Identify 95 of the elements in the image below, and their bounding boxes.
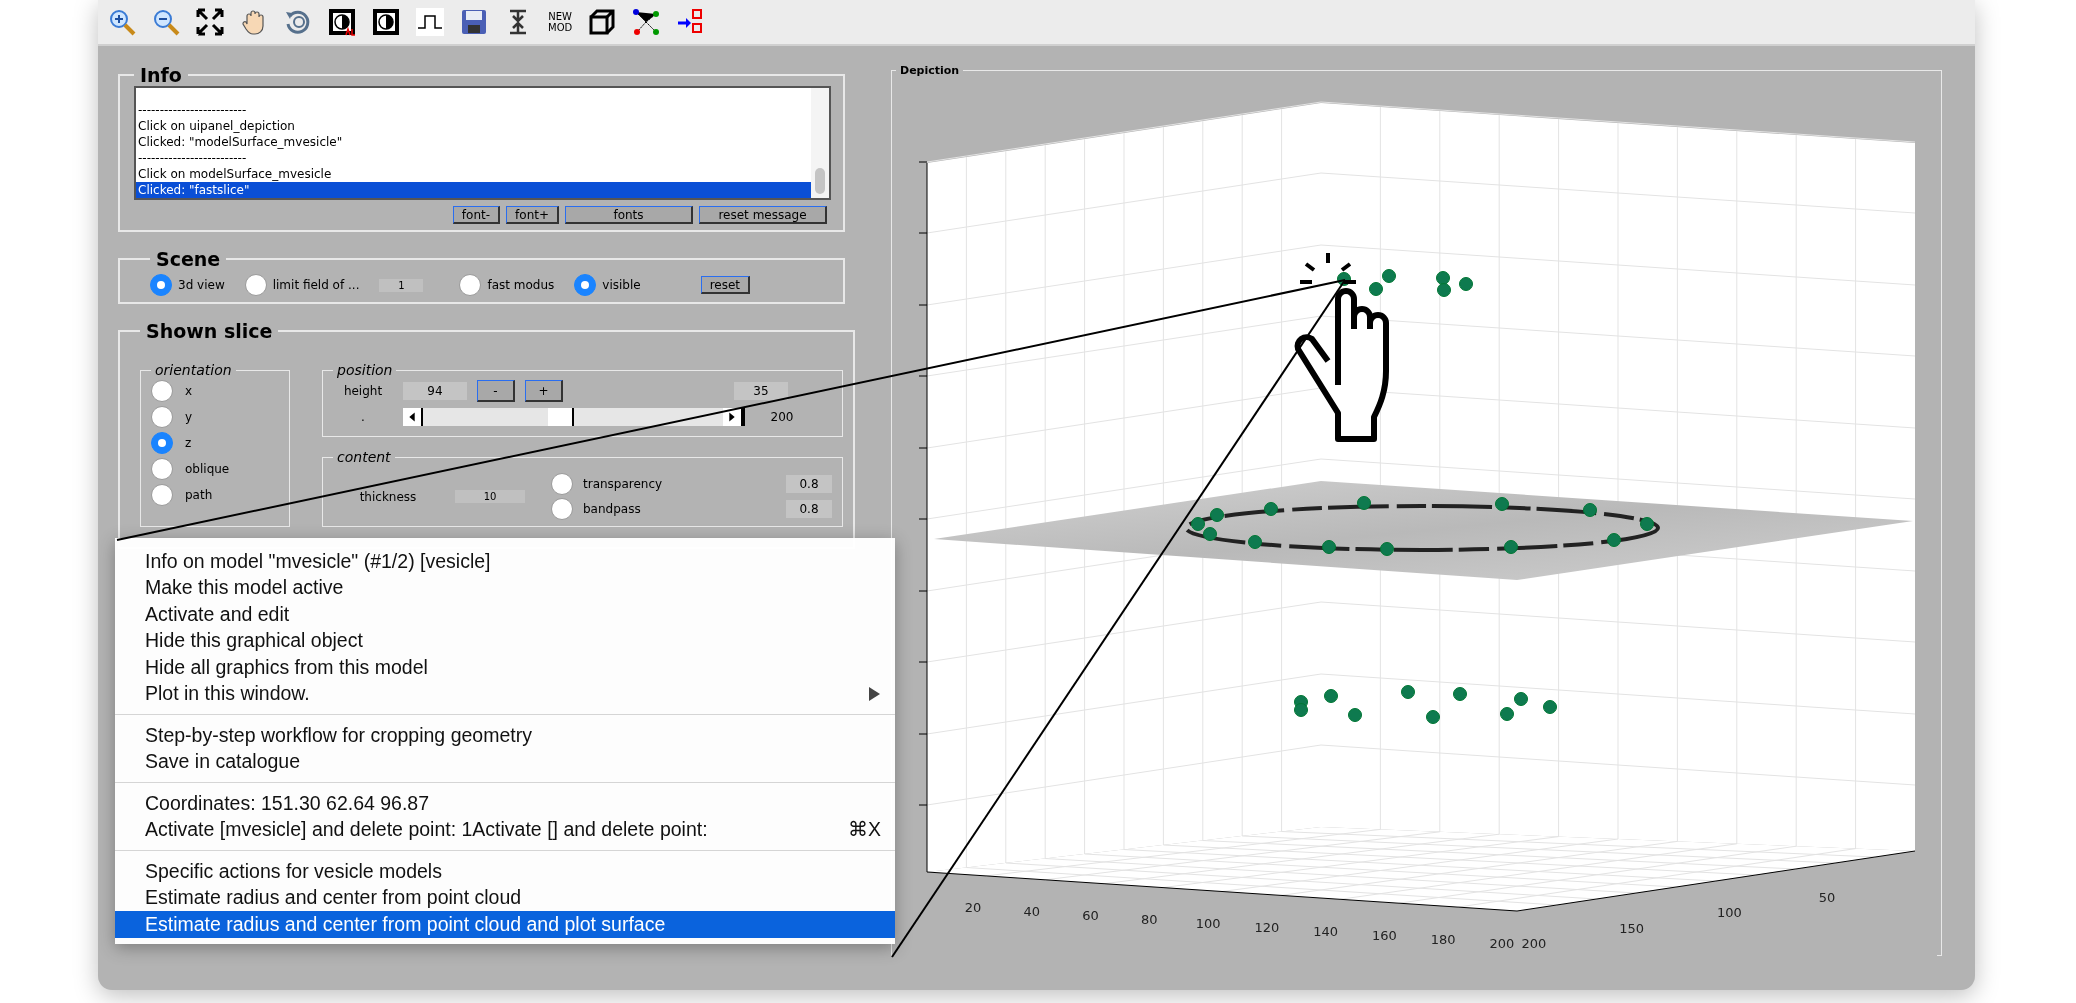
scrollbar-thumb[interactable] bbox=[815, 168, 825, 194]
menu-item[interactable]: Make this model active bbox=[115, 574, 895, 601]
panel-title: Info bbox=[139, 64, 183, 86]
radio-label: z bbox=[185, 436, 192, 450]
position-slider[interactable] bbox=[403, 408, 745, 426]
slider-thumb[interactable] bbox=[548, 408, 574, 426]
node-graph-icon[interactable] bbox=[632, 8, 661, 36]
radio-button[interactable] bbox=[574, 274, 597, 296]
message-line[interactable]: ------------------------- bbox=[136, 102, 811, 118]
axis-tick-label: 200 bbox=[1489, 936, 1515, 951]
zoom-in-icon[interactable] bbox=[108, 8, 136, 36]
menu-item[interactable]: Estimate radius and center from point cloud bbox=[115, 884, 895, 911]
radio-button[interactable] bbox=[151, 380, 173, 402]
message-line[interactable]: Clicked: "modelSurface_mvesicle" bbox=[136, 134, 811, 150]
value-field[interactable]: 0.8 bbox=[786, 500, 832, 518]
radio-label: x bbox=[185, 384, 193, 398]
menu-item[interactable]: Activate [mvesicle] and delete point: 1Activate [] and delete point: ⌘X bbox=[115, 816, 895, 843]
radio-label: path bbox=[185, 488, 213, 502]
zoom-out-icon[interactable] bbox=[152, 8, 180, 36]
axis-tick-label: 120 bbox=[1254, 920, 1280, 935]
cube-icon[interactable] bbox=[588, 8, 617, 36]
menu-item[interactable]: Specific actions for vesicle models bbox=[115, 858, 895, 885]
step-field[interactable]: 35 bbox=[734, 382, 788, 400]
axis-tick-label: 40 bbox=[1023, 904, 1041, 919]
radio-label: transparency bbox=[583, 477, 664, 491]
font-button[interactable]: font+ bbox=[506, 206, 559, 224]
radio-label: visible bbox=[602, 278, 641, 292]
decrement-button[interactable]: - bbox=[477, 380, 515, 402]
font-button[interactable]: font- bbox=[452, 206, 501, 224]
menu-item[interactable]: Estimate radius and center from point cloud and plot surface bbox=[115, 911, 895, 938]
axis-tick-label: 160 bbox=[1372, 928, 1397, 943]
message-list[interactable]: ------------------------- Click on uipanel_depiction Clicked: "modelSurface_mvesicle" ------------------------- Click on modelSurface_mvesicle Clicked: "fastslice" bbox=[134, 86, 831, 200]
menu-item[interactable]: Step-by-step workflow for cropping geometry bbox=[115, 722, 895, 749]
radio-label: oblique bbox=[185, 462, 230, 476]
axis-tick-label: 50 bbox=[1818, 890, 1836, 905]
axis-tick-label: 150 bbox=[1619, 920, 1645, 936]
radio-label: 3d view bbox=[178, 278, 225, 292]
message-line[interactable]: Click on modelSurface_mvesicle bbox=[136, 166, 811, 182]
fit-view-icon[interactable] bbox=[196, 8, 224, 36]
radio-button[interactable] bbox=[244, 274, 267, 296]
radio-button[interactable] bbox=[551, 498, 573, 520]
radio-label: bandpass bbox=[583, 502, 642, 516]
radio-button[interactable] bbox=[151, 432, 173, 454]
radio-button[interactable] bbox=[551, 473, 573, 495]
message-line[interactable]: ------------------------- bbox=[136, 150, 811, 166]
menu-item[interactable]: Hide this graphical object bbox=[115, 627, 895, 654]
thickness-label: thickness bbox=[358, 489, 418, 504]
axis-tick-label: 180 bbox=[1430, 932, 1456, 947]
slider-label: . bbox=[360, 410, 366, 424]
group-title: position bbox=[336, 362, 394, 378]
axis-tick-label: 60 bbox=[1082, 908, 1099, 923]
menu-item[interactable]: Activate and edit bbox=[115, 601, 895, 628]
panel-title: Depiction bbox=[899, 64, 961, 77]
value-field[interactable]: 0.8 bbox=[786, 475, 832, 493]
group-title: content bbox=[336, 449, 392, 465]
radio-button[interactable] bbox=[151, 458, 173, 480]
radio-button[interactable] bbox=[151, 406, 173, 428]
reset-button[interactable]: reset bbox=[700, 276, 751, 294]
radio-button[interactable] bbox=[151, 484, 173, 506]
menu-item[interactable]: Save in catalogue bbox=[115, 748, 895, 775]
number-field[interactable]: 1 bbox=[379, 278, 424, 292]
radio-label: fast modus bbox=[487, 278, 555, 292]
slider-maximum: 200 bbox=[769, 410, 795, 424]
panel-title: Scene bbox=[155, 248, 222, 270]
rotate-icon[interactable] bbox=[284, 8, 312, 36]
contrast-icon[interactable] bbox=[328, 8, 356, 36]
menu-item[interactable]: Hide all graphics from this model bbox=[115, 654, 895, 681]
height-field[interactable]: 94 bbox=[403, 382, 467, 400]
menu-item[interactable]: Coordinates: 151.30 62.64 96.87 bbox=[115, 790, 895, 817]
axis-tick-label: 80 bbox=[1141, 912, 1158, 927]
axis-tick-label: 140 bbox=[1313, 924, 1339, 939]
menu-item[interactable]: Info on model "mvesicle" (#1/2) [vesicle] bbox=[115, 548, 895, 575]
font-button[interactable]: reset message bbox=[699, 206, 827, 224]
radio-button[interactable] bbox=[150, 274, 172, 296]
group-title: orientation bbox=[154, 362, 233, 378]
contrast-icon[interactable] bbox=[372, 8, 400, 36]
font-button[interactable]: fonts bbox=[565, 206, 693, 224]
axis-tick-label: 200 bbox=[1521, 936, 1547, 951]
new-model-button[interactable]: NEW MOD bbox=[548, 11, 573, 33]
message-line[interactable]: Click on uipanel_depiction bbox=[136, 118, 811, 134]
height-label: height bbox=[342, 384, 384, 398]
thickness-field[interactable]: 10 bbox=[455, 490, 525, 503]
axis-tick-label: 100 bbox=[1716, 905, 1742, 921]
radio-label: y bbox=[185, 410, 193, 424]
arrow-to-boxes-icon[interactable] bbox=[676, 8, 705, 36]
axis-tick-label: 20 bbox=[964, 900, 982, 915]
pointing-hand-icon bbox=[1294, 251, 1389, 442]
radio-button[interactable] bbox=[459, 274, 482, 296]
submenu-arrow-icon bbox=[867, 685, 881, 702]
pulse-icon[interactable] bbox=[416, 8, 444, 36]
panel-title: Shown slice bbox=[145, 320, 274, 342]
menu-item[interactable]: Plot in this window. bbox=[115, 680, 895, 707]
increment-button[interactable]: + bbox=[525, 380, 563, 402]
axis-tick-label: 100 bbox=[1195, 916, 1221, 931]
radio-label: limit field of ... bbox=[272, 278, 360, 292]
